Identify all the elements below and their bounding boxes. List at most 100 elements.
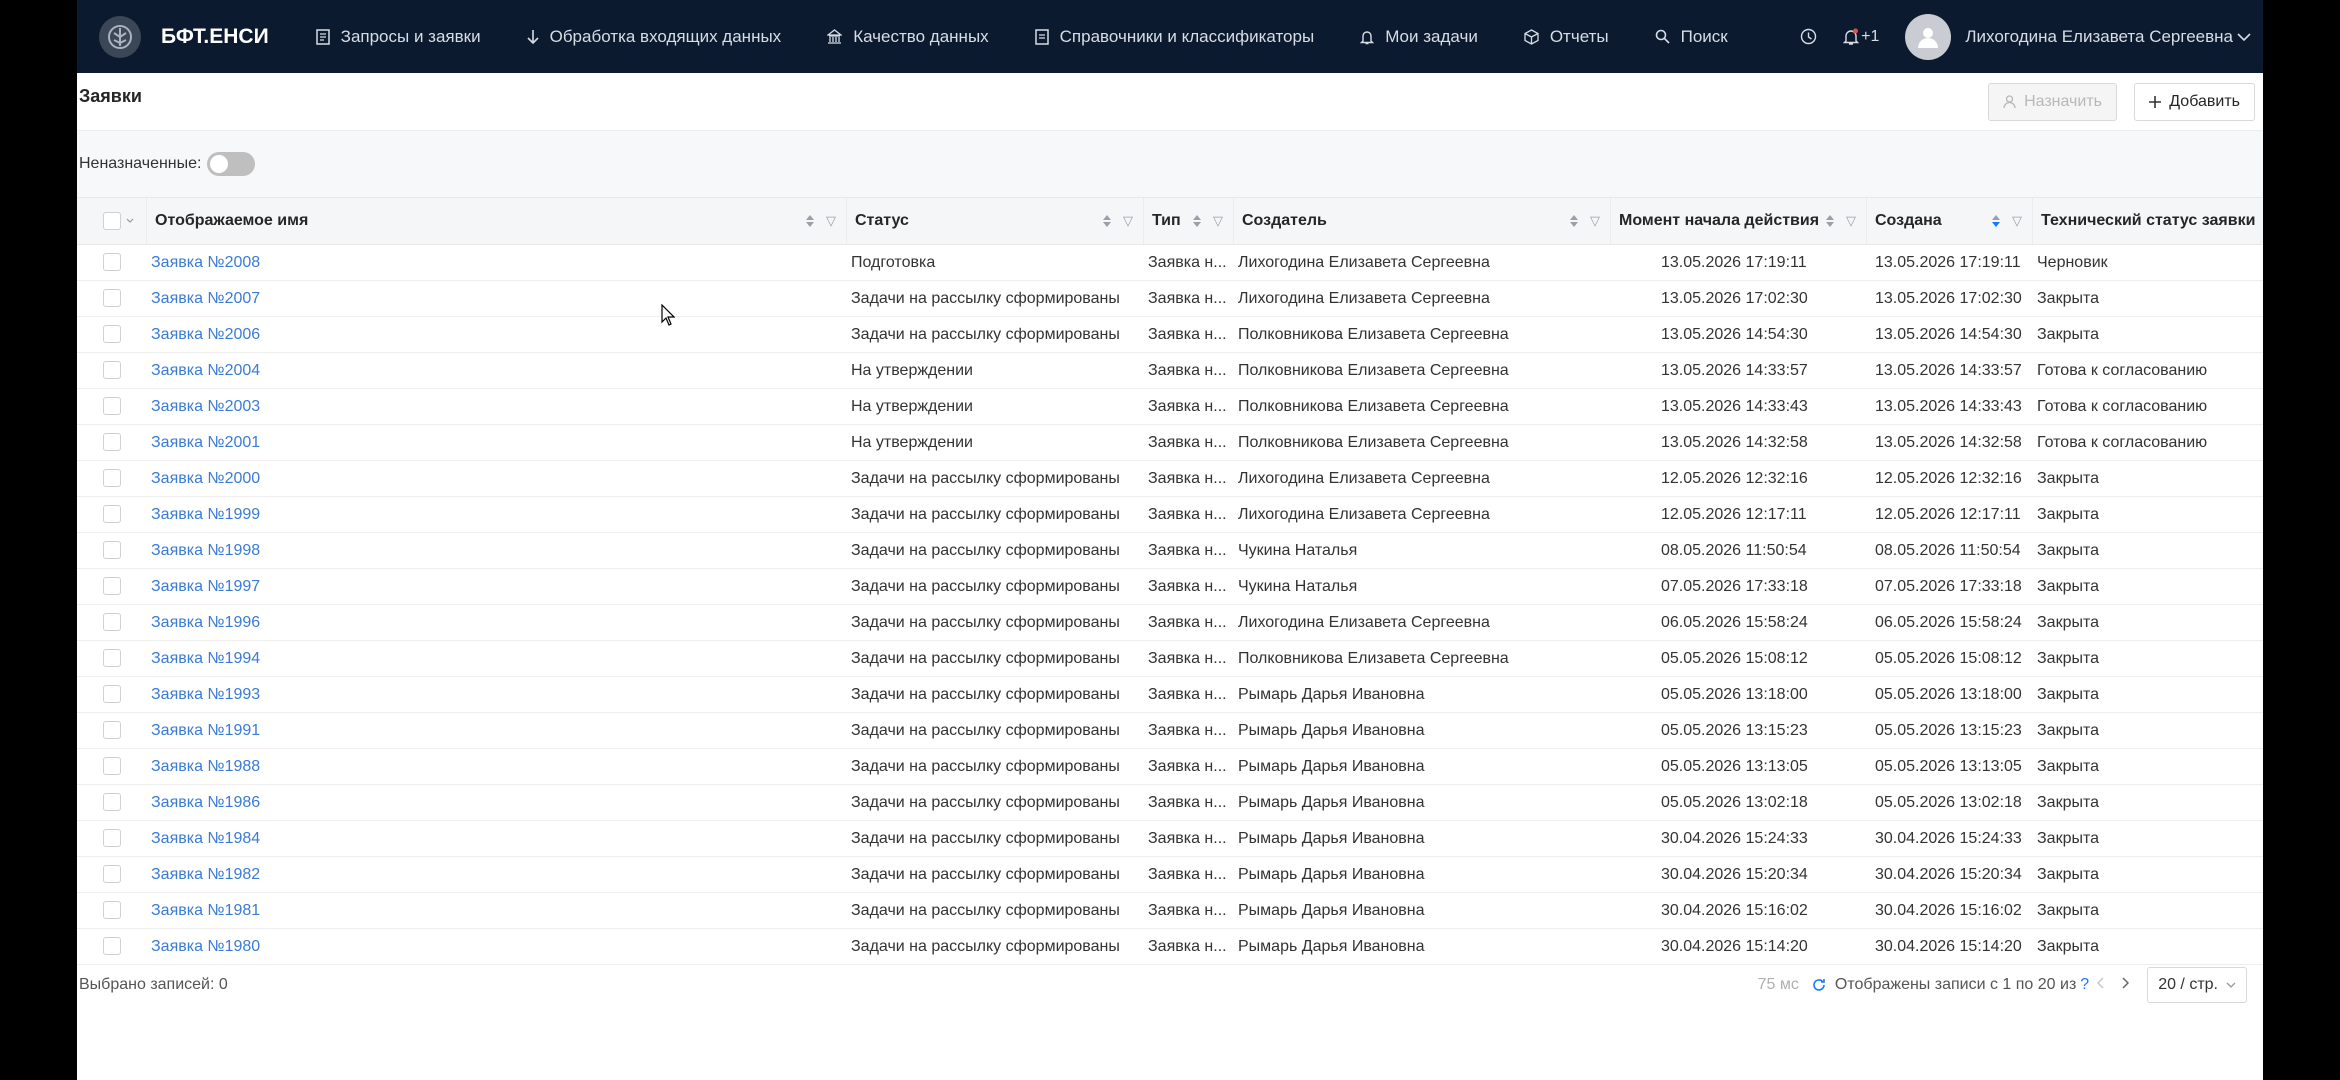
col-tech-status-header[interactable]: Технический статус заявки▽ [2033,198,2263,245]
unassigned-toggle[interactable] [207,152,256,176]
sort-icon[interactable] [806,215,814,227]
row-checkbox[interactable] [103,469,121,488]
sort-icon[interactable] [1992,215,2000,227]
col-display-name-header[interactable]: Отображаемое имя ▽ [147,198,847,245]
filter-icon[interactable]: ▽ [2012,213,2022,229]
nav-data-quality[interactable]: Качество данных [804,0,1011,73]
nav-dictionaries[interactable]: Справочники и классификаторы [1012,0,1338,73]
request-link[interactable]: Заявка №1991 [147,712,847,749]
row-checkbox[interactable] [103,361,121,380]
row-checkbox[interactable] [103,685,121,704]
select-all-checkbox[interactable] [103,212,121,230]
row-checkbox[interactable] [103,865,121,884]
row-checkbox[interactable] [103,757,121,776]
avatar[interactable] [1905,13,1952,60]
request-link[interactable]: Заявка №2004 [147,352,847,389]
table-row[interactable]: Заявка №1988 Задачи на рассылку сформиров… [77,748,2263,785]
table-row[interactable]: Заявка №2000 Задачи на рассылку сформиров… [77,460,2263,497]
table-row[interactable]: Заявка №2007 Задачи на рассылку сформиров… [77,280,2263,317]
request-link[interactable]: Заявка №2003 [147,388,847,425]
table-row[interactable]: Заявка №1993 Задачи на рассылку сформиров… [77,676,2263,713]
request-link[interactable]: Заявка №1997 [147,568,847,605]
request-link[interactable]: Заявка №1994 [147,640,847,677]
col-created-header[interactable]: Создана ▽ [1867,198,2033,245]
table-row[interactable]: Заявка №1984 Задачи на рассылку сформиров… [77,820,2263,857]
row-checkbox[interactable] [103,613,121,632]
history-button[interactable] [1800,28,1817,45]
filter-icon[interactable]: ▽ [826,213,836,229]
table-row[interactable]: Заявка №1991 Задачи на рассылку сформиров… [77,712,2263,749]
table-row[interactable]: Заявка №2008 Подготовка Заявка н... Лихогод… [77,244,2263,281]
nav-incoming-data[interactable]: Обработка входящих данных [504,0,805,73]
row-checkbox[interactable] [103,577,121,596]
nav-requests[interactable]: Запросы и заявки [293,0,504,73]
col-type-header[interactable]: Тип ▽ [1144,198,1234,245]
brand-name[interactable]: БФТ.ЕНСИ [161,25,269,49]
request-link[interactable]: Заявка №2000 [147,460,847,497]
table-row[interactable]: Заявка №1999 Задачи на рассылку сформиров… [77,496,2263,533]
table-row[interactable]: Заявка №1994 Задачи на рассылку сформиров… [77,640,2263,677]
row-checkbox[interactable] [103,901,121,920]
refresh-icon[interactable] [1811,977,1827,993]
row-checkbox[interactable] [103,649,121,668]
request-link[interactable]: Заявка №1988 [147,748,847,785]
total-count-link[interactable]: ? [2080,976,2089,994]
col-creator-header[interactable]: Создатель ▽ [1234,198,1611,245]
row-checkbox[interactable] [103,721,121,740]
request-link[interactable]: Заявка №1996 [147,604,847,641]
filter-icon[interactable]: ▽ [1123,213,1133,229]
table-row[interactable]: Заявка №2003 На утверждении Заявка н... Пол… [77,388,2263,425]
col-start-moment-header[interactable]: Момент начала действия ▽ [1611,198,1867,245]
sort-icon[interactable] [1193,215,1201,227]
nav-reports[interactable]: Отчеты [1501,0,1632,73]
notifications-button[interactable]: +1 [1843,28,1879,46]
table-row[interactable]: Заявка №1981 Задачи на рассылку сформиров… [77,892,2263,929]
table-row[interactable]: Заявка №2004 На утверждении Заявка н... Пол… [77,352,2263,389]
row-checkbox[interactable] [103,829,121,848]
user-name[interactable]: Лихогодина Елизавета Сергеевна [1965,27,2233,47]
filter-icon[interactable]: ▽ [1213,213,1223,229]
row-checkbox[interactable] [103,289,121,308]
request-link[interactable]: Заявка №1993 [147,676,847,713]
table-row[interactable]: Заявка №1996 Задачи на рассылку сформиров… [77,604,2263,641]
request-link[interactable]: Заявка №1986 [147,784,847,821]
request-link[interactable]: Заявка №2001 [147,424,847,461]
next-page-button[interactable] [2121,976,2130,994]
row-checkbox[interactable] [103,793,121,812]
page-size-select[interactable]: 20 / стр. [2147,967,2247,1003]
row-checkbox[interactable] [103,505,121,524]
filter-icon[interactable]: ▽ [1846,213,1856,229]
row-checkbox[interactable] [103,541,121,560]
table-row[interactable]: Заявка №1982 Задачи на рассылку сформиров… [77,856,2263,893]
request-link[interactable]: Заявка №1998 [147,532,847,569]
filter-icon[interactable]: ▽ [1590,213,1600,229]
nav-search[interactable]: Поиск [1632,0,1751,73]
logo-icon[interactable] [99,15,141,58]
sort-icon[interactable] [1570,215,1578,227]
request-link[interactable]: Заявка №1981 [147,892,847,929]
request-link[interactable]: Заявка №2007 [147,280,847,317]
row-checkbox[interactable] [103,325,121,344]
row-checkbox[interactable] [103,433,121,452]
chevron-down-icon[interactable] [2237,32,2251,42]
table-row[interactable]: Заявка №2001 На утверждении Заявка н... Пол… [77,424,2263,461]
table-row[interactable]: Заявка №1997 Задачи на рассылку сформиров… [77,568,2263,605]
col-status-header[interactable]: Статус ▽ [847,198,1144,245]
row-checkbox[interactable] [103,397,121,416]
table-row[interactable]: Заявка №1986 Задачи на рассылку сформиров… [77,784,2263,821]
request-link[interactable]: Заявка №1982 [147,856,847,893]
chevron-down-icon[interactable] [125,217,135,225]
request-link[interactable]: Заявка №2006 [147,316,847,353]
table-row[interactable]: Заявка №2006 Задачи на рассылку сформиров… [77,316,2263,353]
row-checkbox[interactable] [103,937,121,956]
request-link[interactable]: Заявка №1999 [147,496,847,533]
prev-page-button[interactable] [2097,976,2105,994]
row-checkbox[interactable] [103,253,121,272]
add-button[interactable]: Добавить [2134,83,2255,121]
sort-icon[interactable] [1826,215,1834,227]
request-link[interactable]: Заявка №2008 [147,244,847,281]
assign-button[interactable]: Назначить [1988,83,2117,121]
table-row[interactable]: Заявка №1998 Задачи на рассылку сформиров… [77,532,2263,569]
nav-my-tasks[interactable]: Мои задачи [1337,0,1501,73]
sort-icon[interactable] [1103,215,1111,227]
